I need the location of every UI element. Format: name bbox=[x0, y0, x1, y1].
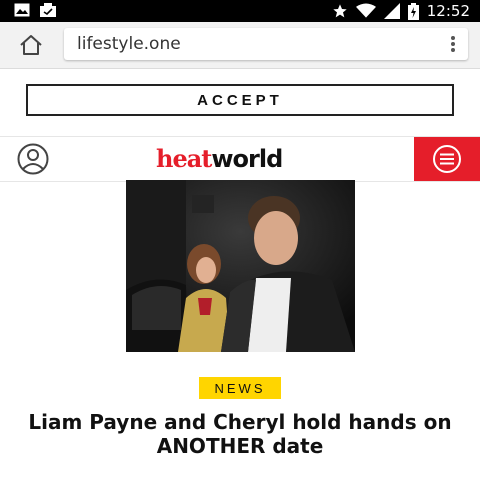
kebab-menu-icon[interactable] bbox=[450, 36, 456, 52]
hamburger-menu-icon bbox=[433, 145, 461, 173]
logo-heat: heat bbox=[156, 144, 212, 173]
category-badge[interactable]: NEWS bbox=[199, 377, 281, 399]
article-image[interactable] bbox=[126, 180, 355, 352]
gallery-icon bbox=[14, 3, 30, 17]
site-header: heatworld bbox=[0, 136, 480, 182]
home-icon[interactable] bbox=[18, 34, 44, 56]
wifi-icon bbox=[355, 3, 376, 18]
article-headline[interactable]: Liam Payne and Cheryl hold hands on ANOT… bbox=[20, 410, 460, 458]
status-bar: 12:52 bbox=[0, 0, 480, 22]
url-text[interactable]: lifestyle.one bbox=[77, 34, 181, 54]
notification-icon bbox=[40, 3, 56, 17]
battery-icon bbox=[407, 2, 419, 20]
accept-button[interactable]: ACCEPT bbox=[26, 84, 454, 116]
status-time: 12:52 bbox=[426, 2, 470, 20]
star-icon bbox=[333, 4, 347, 18]
user-icon[interactable] bbox=[14, 143, 52, 175]
site-logo[interactable]: heatworld bbox=[156, 144, 283, 173]
logo-world: world bbox=[211, 145, 283, 173]
signal-icon bbox=[383, 3, 400, 19]
browser-toolbar: lifestyle.one bbox=[0, 22, 480, 69]
hamburger-menu-button[interactable] bbox=[414, 137, 480, 181]
address-bar[interactable]: lifestyle.one bbox=[64, 28, 468, 60]
